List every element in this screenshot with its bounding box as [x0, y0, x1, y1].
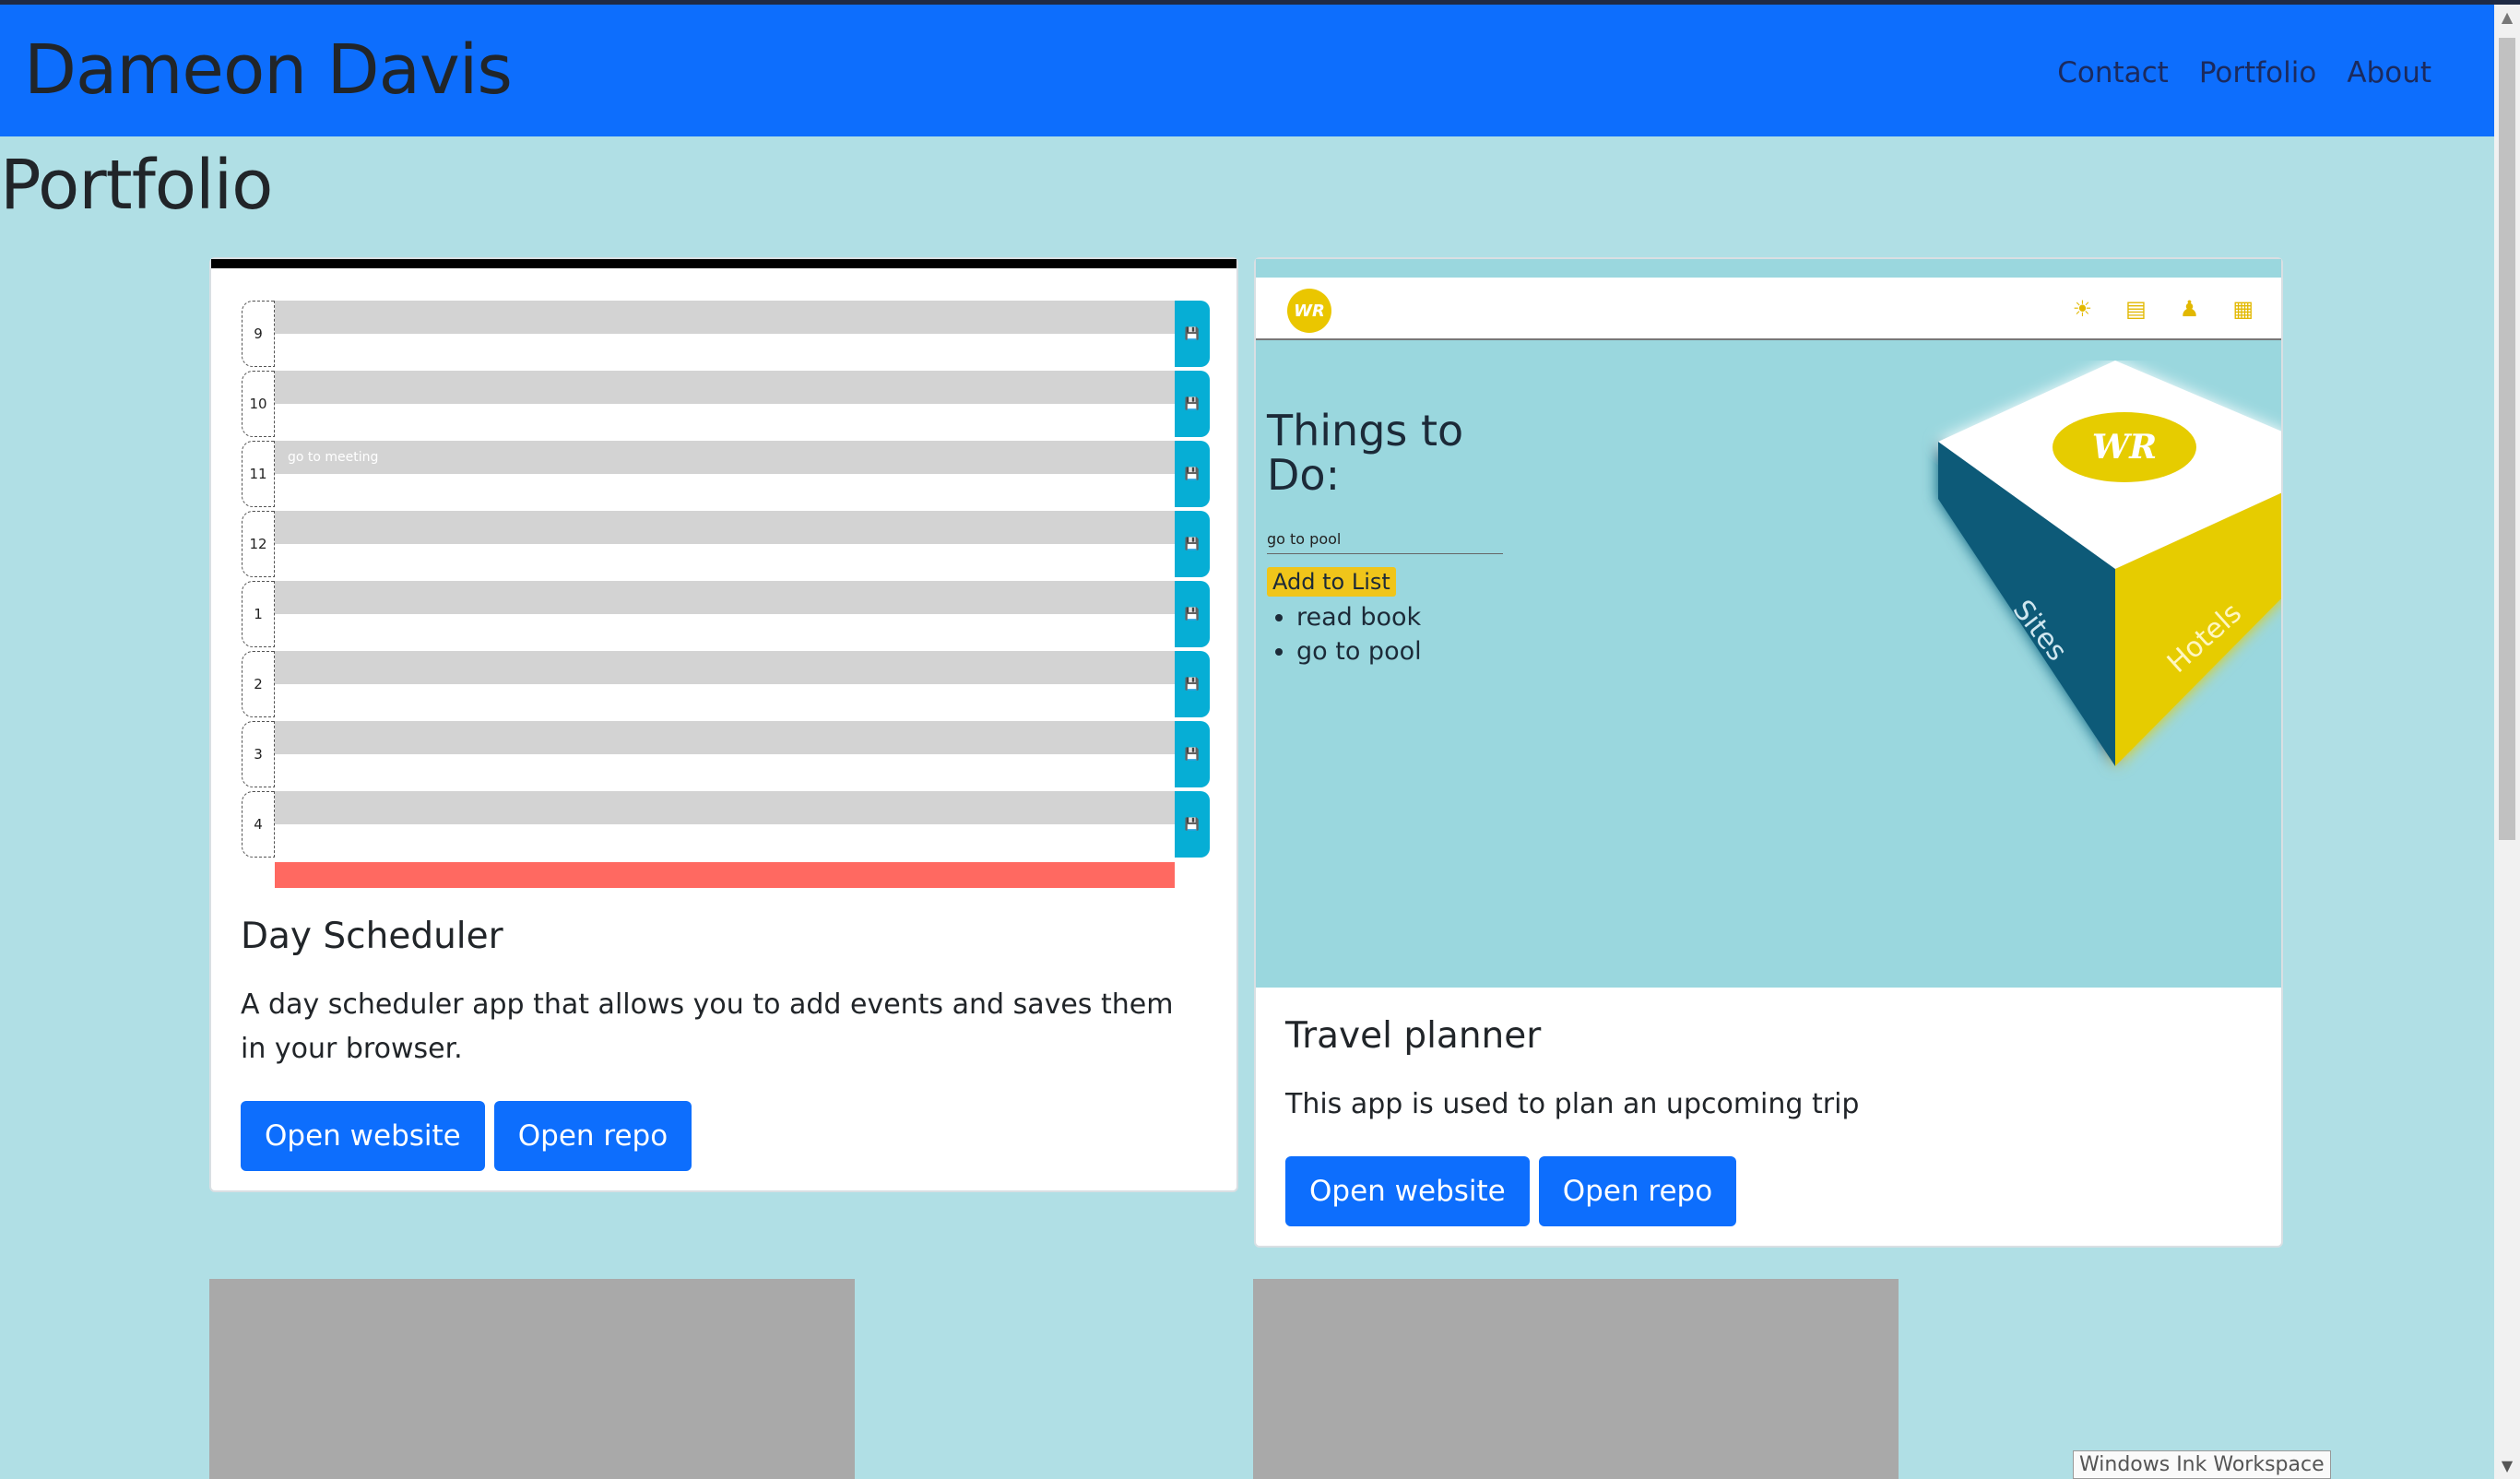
navbar: Dameon Davis Contact Portfolio About — [0, 5, 2494, 136]
schedule-row: 11 go to meeting 💾 — [242, 441, 1210, 507]
todo-list: read book go to pool — [1296, 600, 1422, 669]
event-text — [275, 371, 1175, 404]
hour-label: 1 — [242, 581, 275, 647]
page-title: Portfolio — [0, 146, 273, 225]
vertical-scrollbar[interactable]: ▲ ▼ — [2494, 5, 2520, 1479]
schedule-row: 10 💾 — [242, 371, 1210, 437]
hour-label: 2 — [242, 651, 275, 717]
open-website-button[interactable]: Open website — [1285, 1156, 1530, 1226]
save-icon: 💾 — [1175, 371, 1210, 437]
nav-link-contact[interactable]: Contact — [2057, 56, 2169, 89]
save-icon: 💾 — [1175, 791, 1210, 858]
bed-icon: ▤ — [2125, 296, 2147, 322]
card-buttons: Open website Open repo — [1285, 1156, 2252, 1226]
preview-topbar — [211, 259, 1236, 268]
event-text — [275, 721, 1175, 754]
schedule-row: 4 💾 — [242, 791, 1210, 858]
preview-topbar — [1256, 259, 2281, 278]
nav-link-about[interactable]: About — [2347, 56, 2431, 89]
open-website-button[interactable]: Open website — [241, 1101, 485, 1171]
save-icon: 💾 — [1175, 301, 1210, 367]
walking-icon: ♟ — [2179, 296, 2200, 322]
schedule-row: 2 💾 — [242, 651, 1210, 717]
card-body: Travel planner This app is used to plan … — [1285, 1015, 2252, 1226]
hour-label: 12 — [242, 511, 275, 577]
tooltip: Windows Ink Workspace — [2073, 1450, 2331, 1479]
card-description: A day scheduler app that allows you to a… — [241, 988, 1174, 1065]
cube-logo-text: WR — [2092, 428, 2157, 467]
card-body: Day Scheduler A day scheduler app that a… — [241, 916, 1207, 1171]
event-text — [275, 791, 1175, 824]
scroll-down-arrow-icon[interactable]: ▼ — [2494, 1453, 2520, 1479]
event-text: go to meeting — [275, 441, 1175, 474]
open-repo-button[interactable]: Open repo — [1538, 1156, 1737, 1226]
hour-label: 10 — [242, 371, 275, 437]
list-item: go to pool — [1296, 634, 1422, 669]
project-card-placeholder-image — [1253, 1279, 1899, 1479]
save-icon: 💾 — [1175, 441, 1210, 507]
hour-label: 4 — [242, 791, 275, 858]
card-title: Travel planner — [1285, 1015, 1542, 1057]
open-repo-button[interactable]: Open repo — [493, 1101, 692, 1171]
project-card-travel-planner: WR ☀ ▤ ♟ ▦ Things to Do: go to pool Add … — [1254, 257, 2283, 1248]
event-text — [275, 651, 1175, 684]
scrollbar-thumb[interactable] — [2499, 38, 2515, 840]
event-text — [275, 301, 1175, 334]
save-icon: 💾 — [1175, 721, 1210, 787]
list-item: read book — [1296, 600, 1422, 634]
calendar-icon: ▦ — [2232, 296, 2254, 322]
hour-label: 3 — [242, 721, 275, 787]
card-buttons: Open website Open repo — [241, 1101, 1207, 1171]
wr-logo: WR — [1287, 289, 1331, 333]
hour-label: 11 — [242, 441, 275, 507]
schedule-row: 12 💾 — [242, 511, 1210, 577]
cube-graphic: WR Sites Hotels — [1938, 361, 2281, 766]
schedule-row: 3 💾 — [242, 721, 1210, 787]
schedule-row: 9 💾 — [242, 301, 1210, 367]
preview-nav-icons: ☀ ▤ ♟ ▦ — [2073, 296, 2254, 322]
project-card-day-scheduler: 9 💾 10 💾 11 go to meeting 💾 12 💾 1 💾 2 💾… — [209, 257, 1238, 1192]
card-title: Day Scheduler — [241, 916, 503, 957]
save-icon: 💾 — [1175, 511, 1210, 577]
travel-planner-preview-image: WR ☀ ▤ ♟ ▦ Things to Do: go to pool Add … — [1256, 259, 2281, 988]
schedule-row: 1 💾 — [242, 581, 1210, 647]
scroll-up-arrow-icon[interactable]: ▲ — [2494, 5, 2520, 30]
things-heading: Things to Do: — [1267, 406, 1464, 500]
hour-label: 9 — [242, 301, 275, 367]
add-to-list-button: Add to List — [1267, 567, 1396, 597]
event-text — [275, 511, 1175, 544]
nav-link-portfolio[interactable]: Portfolio — [2199, 56, 2317, 89]
save-icon: 💾 — [1175, 651, 1210, 717]
nav-links: Contact Portfolio About — [2057, 56, 2431, 89]
sun-icon: ☀ — [2072, 296, 2093, 322]
save-icon: 💾 — [1175, 581, 1210, 647]
preview-header: WR ☀ ▤ ♟ ▦ — [1256, 278, 2281, 340]
event-text — [275, 581, 1175, 614]
current-hour-row — [275, 862, 1175, 888]
todo-input: go to pool — [1267, 527, 1503, 554]
day-scheduler-preview-image: 9 💾 10 💾 11 go to meeting 💾 12 💾 1 💾 2 💾… — [211, 259, 1236, 888]
card-description: This app is used to plan an upcoming tri… — [1285, 1088, 1860, 1120]
brand-title[interactable]: Dameon Davis — [24, 30, 513, 110]
project-card-placeholder-image — [209, 1279, 855, 1479]
